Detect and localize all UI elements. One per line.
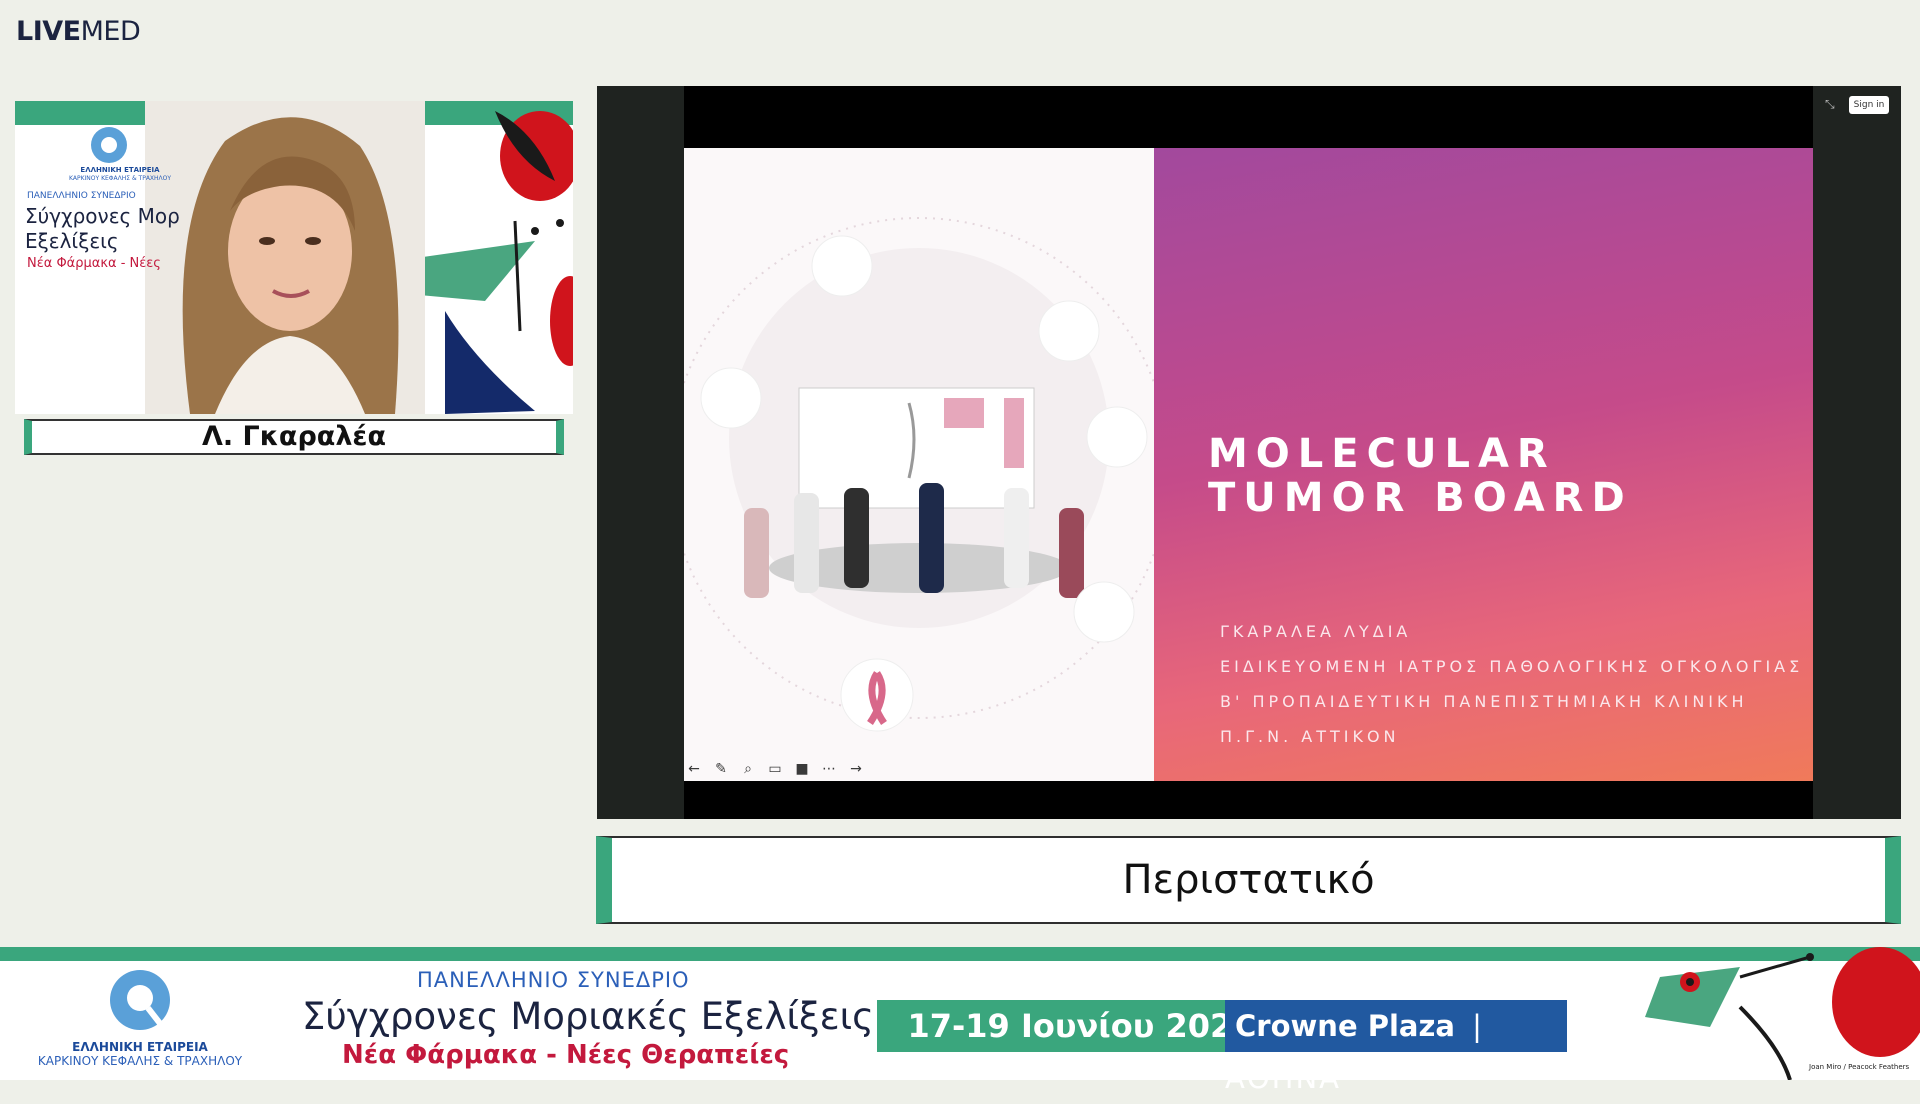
sign-in-button[interactable]: Sign in — [1849, 96, 1889, 114]
backdrop-society-sub: ΚΑΡΚΙΝΟΥ ΚΕΦΑΛΗΣ & ΤΡΑΧΗΛΟΥ — [68, 175, 172, 182]
slide-toolbar: ← ✎ ⌕ ▭ ■ ⋯ → — [684, 758, 873, 779]
author-name: ΓΚΑΡΑΛΕΑ ΛΥΔΙΑ — [1220, 622, 1412, 641]
slide-title: MOLECULAR TUMOR BOARD — [1208, 432, 1633, 520]
conference-dates: 17-19 Ιουνίου 2026 — [877, 1000, 1285, 1052]
backdrop-society-text: ΕΛΛΗΝΙΚΗ ΕΤΑΙΡΕΙΑ — [80, 166, 160, 174]
video-camera-icon[interactable]: ■ — [792, 759, 812, 779]
miro-artwork — [1645, 947, 1920, 1080]
society-name-line-1: ΕΛΛΗΝΙΚΗ ΕΤΑΙΡΕΙΑ — [72, 1040, 208, 1054]
pen-icon[interactable]: ✎ — [711, 759, 731, 779]
logo-bold-text: LIVE — [16, 16, 81, 47]
conference-venue: Crowne Plaza | ΑΘΗΝΑ — [1225, 1000, 1567, 1095]
backdrop-title-1: Σύγχρονες Μορ — [25, 204, 180, 228]
more-icon[interactable]: ⋯ — [819, 759, 839, 779]
slide-illustration — [684, 148, 1154, 781]
closed-caption-icon[interactable]: ▭ — [765, 759, 785, 779]
author-role: ΕΙΔΙΚΕΥΟΜΕΝΗ ΙΑΤΡΟΣ ΠΑΘΟΛΟΓΙΚΗΣ ΟΓΚΟΛΟΓΙ… — [1220, 657, 1804, 676]
slide-title-line-2: TUMOR BOARD — [1208, 475, 1633, 521]
livemed-logo: LIVEMED — [16, 16, 141, 47]
backdrop-title-2: Εξελίξεις — [25, 229, 119, 253]
logo-light-text: MED — [80, 16, 141, 47]
conference-type: ΠΑΝΕΛΛΗΝΙΟ ΣΥΝΕΔΡΙΟ — [417, 968, 690, 992]
society-name: ΕΛΛΗΝΙΚΗ ΕΤΑΙΡΕΙΑ ΚΑΡΚΙΝΟΥ ΚΕΦΑΛΗΣ & ΤΡΑ… — [30, 1040, 250, 1068]
conference-title: Σύγχρονες Μοριακές Εξελίξεις — [302, 995, 874, 1038]
forward-arrow-icon[interactable]: → — [846, 759, 866, 779]
speaker-webcam: ΕΛΛΗΝΙΚΗ ΕΤΑΙΡΕΙΑ ΚΑΡΚΙΝΟΥ ΚΕΦΑΛΗΣ & ΤΡΑ… — [15, 101, 573, 414]
minimize-icon[interactable]: ⤡ — [1825, 97, 1835, 112]
author-hospital: Π.Γ.Ν. ΑΤΤΙΚΟΝ — [1220, 727, 1400, 746]
venue-city: ΑΘΗΝΑ — [1225, 1061, 1342, 1095]
presentation-slide: MOLECULAR TUMOR BOARD ΓΚΑΡΑΛΕΑ ΛΥΔΙΑ ΕΙΔ… — [684, 148, 1813, 781]
conference-subtitle: Νέα Φάρμακα - Νέες Θεραπείες — [342, 1040, 790, 1070]
magnifier-icon[interactable]: ⌕ — [738, 759, 758, 779]
slide-author-block: ΓΚΑΡΑΛΕΑ ΛΥΔΙΑ ΕΙΔΙΚΕΥΟΜΕΝΗ ΙΑΤΡΟΣ ΠΑΘΟΛ… — [1220, 614, 1803, 754]
society-logo-icon — [110, 970, 170, 1030]
society-name-line-2: ΚΑΡΚΙΝΟΥ ΚΕΦΑΛΗΣ & ΤΡΑΧΗΛΟΥ — [37, 1054, 243, 1068]
session-title: Περιστατικό — [596, 836, 1901, 924]
venue-name: Crowne Plaza — [1235, 1009, 1455, 1043]
back-arrow-icon[interactable]: ← — [684, 759, 704, 779]
footer-accent-stripe — [0, 947, 1920, 961]
backdrop-conference-type: ΠΑΝΕΛΛΗΝΙΟ ΣΥΝΕΔΡΙΟ — [27, 191, 136, 201]
author-clinic: Β' ΠΡΟΠΑΙΔΕΥΤΙΚΗ ΠΑΝΕΠΙΣΤΗΜΙΑΚΗ ΚΛΙΝΙΚΗ — [1220, 692, 1748, 711]
speaker-name-caption: Λ. Γκαραλέα — [24, 419, 564, 455]
artwork-credit: Joan Miro / Peacock Feathers — [1809, 1063, 1910, 1071]
slide-title-line-1: MOLECULAR — [1208, 431, 1556, 477]
backdrop-subtitle: Νέα Φάρμακα - Νέες — [27, 256, 161, 271]
